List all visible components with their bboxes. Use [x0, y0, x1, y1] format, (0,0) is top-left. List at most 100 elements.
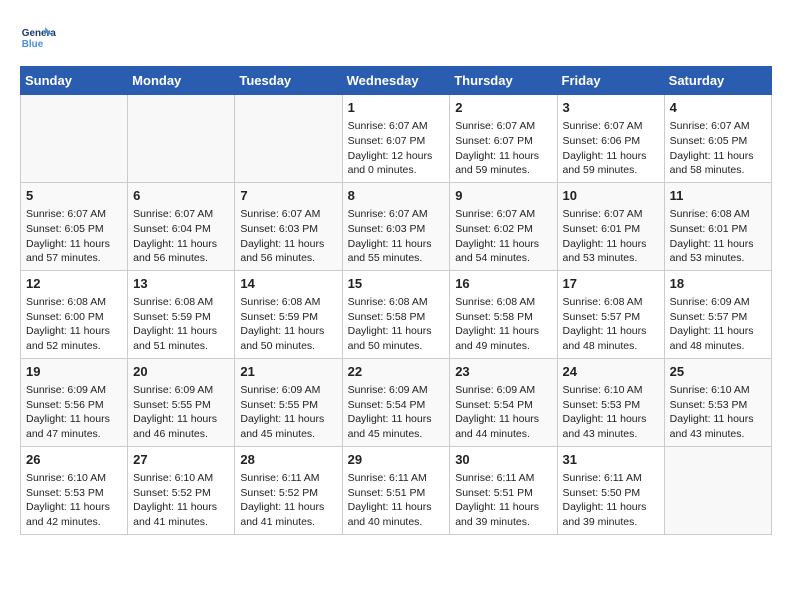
calendar-cell: 12 Sunrise: 6:08 AM Sunset: 6:00 PM Dayli…: [21, 270, 128, 358]
day-number: 3: [563, 99, 659, 117]
day-info: Sunrise: 6:08 AM Sunset: 6:01 PM Dayligh…: [670, 207, 766, 266]
calendar-week-row: 5 Sunrise: 6:07 AM Sunset: 6:05 PM Daylig…: [21, 182, 772, 270]
day-info: Sunrise: 6:07 AM Sunset: 6:03 PM Dayligh…: [348, 207, 445, 266]
calendar-cell: 31 Sunrise: 6:11 AM Sunset: 5:50 PM Dayli…: [557, 446, 664, 534]
calendar-cell: 11Sunrise: 6:08 AM Sunset: 6:01 PM Dayli…: [664, 182, 771, 270]
day-number: 23: [455, 363, 551, 381]
weekday-header-friday: Friday: [557, 67, 664, 95]
calendar-cell: 24 Sunrise: 6:10 AM Sunset: 5:53 PM Dayli…: [557, 358, 664, 446]
calendar-cell: 9 Sunrise: 6:07 AM Sunset: 6:02 PM Daylig…: [450, 182, 557, 270]
calendar-cell: 4 Sunrise: 6:07 AM Sunset: 6:05 PM Daylig…: [664, 95, 771, 183]
weekday-header-sunday: Sunday: [21, 67, 128, 95]
calendar-cell: 14 Sunrise: 6:08 AM Sunset: 5:59 PM Dayli…: [235, 270, 342, 358]
day-number: 27: [133, 451, 229, 469]
day-number: 30: [455, 451, 551, 469]
calendar-cell: [21, 95, 128, 183]
day-info: Sunrise: 6:07 AM Sunset: 6:06 PM Dayligh…: [563, 119, 659, 178]
day-number: 16: [455, 275, 551, 293]
calendar-cell: 17Sunrise: 6:08 AM Sunset: 5:57 PM Dayli…: [557, 270, 664, 358]
calendar-cell: 22 Sunrise: 6:09 AM Sunset: 5:54 PM Dayli…: [342, 358, 450, 446]
calendar-cell: 8 Sunrise: 6:07 AM Sunset: 6:03 PM Daylig…: [342, 182, 450, 270]
day-info: Sunrise: 6:07 AM Sunset: 6:05 PM Dayligh…: [670, 119, 766, 178]
day-info: Sunrise: 6:10 AM Sunset: 5:53 PM Dayligh…: [563, 383, 659, 442]
day-number: 24: [563, 363, 659, 381]
day-number: 4: [670, 99, 766, 117]
calendar-cell: 23 Sunrise: 6:09 AM Sunset: 5:54 PM Dayli…: [450, 358, 557, 446]
day-info: Sunrise: 6:09 AM Sunset: 5:57 PM Dayligh…: [670, 295, 766, 354]
weekday-header-thursday: Thursday: [450, 67, 557, 95]
calendar-cell: [664, 446, 771, 534]
day-info: Sunrise: 6:07 AM Sunset: 6:03 PM Dayligh…: [240, 207, 336, 266]
day-info: Sunrise: 6:07 AM Sunset: 6:07 PM Dayligh…: [455, 119, 551, 178]
day-info: Sunrise: 6:09 AM Sunset: 5:55 PM Dayligh…: [240, 383, 336, 442]
calendar-cell: 25 Sunrise: 6:10 AM Sunset: 5:53 PM Dayli…: [664, 358, 771, 446]
day-info: Sunrise: 6:07 AM Sunset: 6:05 PM Dayligh…: [26, 207, 122, 266]
calendar-cell: 1 Sunrise: 6:07 AM Sunset: 6:07 PM Daylig…: [342, 95, 450, 183]
day-info: Sunrise: 6:08 AM Sunset: 5:59 PM Dayligh…: [240, 295, 336, 354]
day-info: Sunrise: 6:11 AM Sunset: 5:50 PM Dayligh…: [563, 471, 659, 530]
day-info: Sunrise: 6:07 AM Sunset: 6:07 PM Dayligh…: [348, 119, 445, 178]
day-number: 1: [348, 99, 445, 117]
day-number: 31: [563, 451, 659, 469]
day-number: 21: [240, 363, 336, 381]
day-info: Sunrise: 6:09 AM Sunset: 5:54 PM Dayligh…: [348, 383, 445, 442]
day-info: Sunrise: 6:09 AM Sunset: 5:56 PM Dayligh…: [26, 383, 122, 442]
weekday-header-monday: Monday: [128, 67, 235, 95]
day-number: 7: [240, 187, 336, 205]
day-info: Sunrise: 6:07 AM Sunset: 6:02 PM Dayligh…: [455, 207, 551, 266]
day-number: 26: [26, 451, 122, 469]
calendar-cell: 6 Sunrise: 6:07 AM Sunset: 6:04 PM Daylig…: [128, 182, 235, 270]
day-number: 22: [348, 363, 445, 381]
calendar-cell: 15 Sunrise: 6:08 AM Sunset: 5:58 PM Dayli…: [342, 270, 450, 358]
day-info: Sunrise: 6:11 AM Sunset: 5:51 PM Dayligh…: [455, 471, 551, 530]
day-info: Sunrise: 6:11 AM Sunset: 5:52 PM Dayligh…: [240, 471, 336, 530]
weekday-header-wednesday: Wednesday: [342, 67, 450, 95]
day-info: Sunrise: 6:10 AM Sunset: 5:53 PM Dayligh…: [670, 383, 766, 442]
day-info: Sunrise: 6:08 AM Sunset: 5:58 PM Dayligh…: [348, 295, 445, 354]
calendar-cell: 7 Sunrise: 6:07 AM Sunset: 6:03 PM Daylig…: [235, 182, 342, 270]
day-number: 8: [348, 187, 445, 205]
calendar-cell: 30 Sunrise: 6:11 AM Sunset: 5:51 PM Dayli…: [450, 446, 557, 534]
calendar-week-row: 26 Sunrise: 6:10 AM Sunset: 5:53 PM Dayli…: [21, 446, 772, 534]
svg-text:Blue: Blue: [22, 39, 44, 50]
day-info: Sunrise: 6:07 AM Sunset: 6:01 PM Dayligh…: [563, 207, 659, 266]
calendar-cell: 26 Sunrise: 6:10 AM Sunset: 5:53 PM Dayli…: [21, 446, 128, 534]
day-number: 25: [670, 363, 766, 381]
day-number: 12: [26, 275, 122, 293]
day-info: Sunrise: 6:08 AM Sunset: 6:00 PM Dayligh…: [26, 295, 122, 354]
day-number: 5: [26, 187, 122, 205]
day-info: Sunrise: 6:10 AM Sunset: 5:53 PM Dayligh…: [26, 471, 122, 530]
day-number: 18: [670, 275, 766, 293]
calendar-cell: 27 Sunrise: 6:10 AM Sunset: 5:52 PM Dayli…: [128, 446, 235, 534]
day-number: 20: [133, 363, 229, 381]
page-header: General Blue: [20, 20, 772, 56]
day-number: 2: [455, 99, 551, 117]
day-number: 15: [348, 275, 445, 293]
calendar-cell: 20Sunrise: 6:09 AM Sunset: 5:55 PM Dayli…: [128, 358, 235, 446]
calendar-table: SundayMondayTuesdayWednesdayThursdayFrid…: [20, 66, 772, 535]
day-info: Sunrise: 6:10 AM Sunset: 5:52 PM Dayligh…: [133, 471, 229, 530]
calendar-cell: 10 Sunrise: 6:07 AM Sunset: 6:01 PM Dayli…: [557, 182, 664, 270]
calendar-cell: 28 Sunrise: 6:11 AM Sunset: 5:52 PM Dayli…: [235, 446, 342, 534]
day-number: 10: [563, 187, 659, 205]
calendar-cell: 3 Sunrise: 6:07 AM Sunset: 6:06 PM Daylig…: [557, 95, 664, 183]
calendar-cell: 16 Sunrise: 6:08 AM Sunset: 5:58 PM Dayli…: [450, 270, 557, 358]
day-info: Sunrise: 6:08 AM Sunset: 5:59 PM Dayligh…: [133, 295, 229, 354]
calendar-cell: 5 Sunrise: 6:07 AM Sunset: 6:05 PM Daylig…: [21, 182, 128, 270]
calendar-cell: [235, 95, 342, 183]
calendar-week-row: 12 Sunrise: 6:08 AM Sunset: 6:00 PM Dayli…: [21, 270, 772, 358]
weekday-header-tuesday: Tuesday: [235, 67, 342, 95]
day-number: 14: [240, 275, 336, 293]
logo-icon: General Blue: [20, 20, 56, 56]
day-info: Sunrise: 6:08 AM Sunset: 5:58 PM Dayligh…: [455, 295, 551, 354]
calendar-cell: [128, 95, 235, 183]
day-number: 13: [133, 275, 229, 293]
day-number: 28: [240, 451, 336, 469]
day-info: Sunrise: 6:09 AM Sunset: 5:54 PM Dayligh…: [455, 383, 551, 442]
day-number: 9: [455, 187, 551, 205]
day-info: Sunrise: 6:07 AM Sunset: 6:04 PM Dayligh…: [133, 207, 229, 266]
day-number: 6: [133, 187, 229, 205]
calendar-cell: 2 Sunrise: 6:07 AM Sunset: 6:07 PM Daylig…: [450, 95, 557, 183]
weekday-header-row: SundayMondayTuesdayWednesdayThursdayFrid…: [21, 67, 772, 95]
calendar-week-row: 1 Sunrise: 6:07 AM Sunset: 6:07 PM Daylig…: [21, 95, 772, 183]
